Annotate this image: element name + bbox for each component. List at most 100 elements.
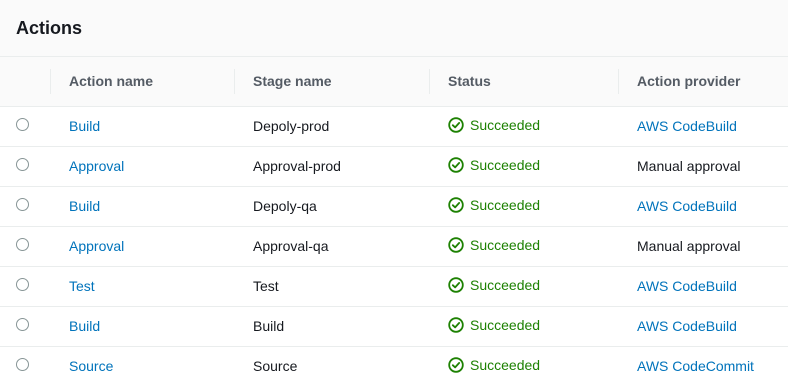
action-name-cell: Source bbox=[50, 346, 234, 383]
action-name-cell: Build bbox=[50, 186, 234, 226]
stage-name-text: Approval-qa bbox=[253, 238, 329, 254]
action-provider-link[interactable]: AWS CodeBuild bbox=[637, 118, 737, 134]
table-row[interactable]: Approval Approval-qa Succeeded Manual ap… bbox=[0, 226, 788, 266]
action-provider-text: Manual approval bbox=[637, 238, 741, 254]
table-row[interactable]: Build Build Succeeded AWS CodeBuild bbox=[0, 306, 788, 346]
row-select-radio[interactable] bbox=[16, 237, 29, 251]
row-select-radio[interactable] bbox=[16, 277, 29, 291]
action-name-link[interactable]: Build bbox=[69, 198, 100, 214]
stage-name-cell: Approval-prod bbox=[234, 146, 429, 186]
panel-header: Actions bbox=[0, 0, 788, 57]
table-row[interactable]: Build Depoly-qa Succeeded AWS CodeBuild bbox=[0, 186, 788, 226]
status-text: Succeeded bbox=[470, 236, 541, 253]
stage-name-text: Approval-prod bbox=[253, 158, 341, 174]
table-row[interactable]: Test Test Succeeded AWS CodeBuild bbox=[0, 266, 788, 306]
stage-name-text: Depoly-qa bbox=[253, 198, 317, 214]
action-name-cell: Test bbox=[50, 266, 234, 306]
stage-name-text: Test bbox=[253, 278, 279, 294]
row-select-cell bbox=[0, 306, 50, 346]
row-select-radio[interactable] bbox=[16, 157, 29, 171]
status-badge: Succeeded bbox=[448, 357, 540, 373]
row-select-radio[interactable] bbox=[16, 358, 29, 372]
check-circle-icon bbox=[448, 316, 464, 333]
row-select-cell bbox=[0, 146, 50, 186]
action-provider-cell: AWS CodeBuild bbox=[618, 306, 788, 346]
action-provider-text: Manual approval bbox=[637, 158, 741, 174]
action-name-cell: Approval bbox=[50, 226, 234, 266]
status-badge: Succeeded bbox=[448, 197, 540, 213]
action-name-link[interactable]: Approval bbox=[69, 158, 124, 174]
status-cell: Succeeded bbox=[429, 146, 618, 186]
action-provider-link[interactable]: AWS CodeBuild bbox=[637, 278, 737, 294]
action-provider-cell: AWS CodeBuild bbox=[618, 106, 788, 146]
stage-name-cell: Depoly-qa bbox=[234, 186, 429, 226]
status-badge: Succeeded bbox=[448, 277, 540, 293]
table-row[interactable]: Approval Approval-prod Succeeded Manual … bbox=[0, 146, 788, 186]
status-badge: Succeeded bbox=[448, 157, 540, 173]
stage-name-cell: Build bbox=[234, 306, 429, 346]
action-name-link[interactable]: Approval bbox=[69, 238, 124, 254]
stage-name-cell: Test bbox=[234, 266, 429, 306]
row-select-cell bbox=[0, 226, 50, 266]
status-cell: Succeeded bbox=[429, 106, 618, 146]
stage-name-text: Build bbox=[253, 318, 285, 334]
actions-table: Action name Stage name Status Action pro… bbox=[0, 57, 788, 383]
row-select-cell bbox=[0, 266, 50, 306]
action-provider-cell: AWS CodeCommit bbox=[618, 346, 788, 383]
column-header-action-provider[interactable]: Action provider bbox=[618, 57, 788, 107]
table-row[interactable]: Source Source Succeeded AWS CodeCommit bbox=[0, 346, 788, 383]
status-badge: Succeeded bbox=[448, 117, 540, 133]
check-circle-icon bbox=[448, 196, 464, 213]
panel-title: Actions bbox=[16, 17, 83, 38]
status-badge: Succeeded bbox=[448, 237, 540, 253]
status-cell: Succeeded bbox=[429, 346, 618, 383]
stage-name-text: Depoly-prod bbox=[253, 118, 330, 134]
row-select-cell bbox=[0, 346, 50, 383]
status-text: Succeeded bbox=[470, 316, 541, 333]
column-header-select bbox=[0, 57, 50, 107]
action-name-link[interactable]: Build bbox=[69, 118, 100, 134]
row-select-cell bbox=[0, 186, 50, 226]
column-header-stage-name[interactable]: Stage name bbox=[234, 57, 429, 107]
column-header-status[interactable]: Status bbox=[429, 57, 618, 107]
stage-name-cell: Source bbox=[234, 346, 429, 383]
status-text: Succeeded bbox=[470, 196, 541, 213]
status-cell: Succeeded bbox=[429, 226, 618, 266]
action-provider-cell: AWS CodeBuild bbox=[618, 186, 788, 226]
status-badge: Succeeded bbox=[448, 317, 540, 333]
row-select-radio[interactable] bbox=[16, 117, 29, 131]
action-provider-cell: Manual approval bbox=[618, 146, 788, 186]
status-cell: Succeeded bbox=[429, 306, 618, 346]
check-circle-icon bbox=[448, 236, 464, 253]
stage-name-cell: Depoly-prod bbox=[234, 106, 429, 146]
stage-name-cell: Approval-qa bbox=[234, 226, 429, 266]
status-text: Succeeded bbox=[470, 276, 541, 293]
action-provider-cell: Manual approval bbox=[618, 226, 788, 266]
status-text: Succeeded bbox=[470, 116, 541, 133]
action-name-link[interactable]: Test bbox=[69, 278, 95, 294]
action-name-cell: Build bbox=[50, 106, 234, 146]
action-name-cell: Approval bbox=[50, 146, 234, 186]
column-header-action-name[interactable]: Action name bbox=[50, 57, 234, 107]
status-text: Succeeded bbox=[470, 356, 541, 373]
action-provider-link[interactable]: AWS CodeBuild bbox=[637, 198, 737, 214]
check-circle-icon bbox=[448, 357, 464, 373]
action-provider-link[interactable]: AWS CodeBuild bbox=[637, 318, 737, 334]
row-select-radio[interactable] bbox=[16, 197, 29, 211]
check-circle-icon bbox=[448, 156, 464, 173]
row-select-radio[interactable] bbox=[16, 317, 29, 331]
action-name-link[interactable]: Source bbox=[69, 358, 113, 374]
row-select-cell bbox=[0, 106, 50, 146]
table-row[interactable]: Build Depoly-prod Succeeded AWS CodeBuil… bbox=[0, 106, 788, 146]
stage-name-text: Source bbox=[253, 358, 298, 375]
table-header-row: Action name Stage name Status Action pro… bbox=[0, 57, 788, 107]
status-cell: Succeeded bbox=[429, 186, 618, 226]
status-text: Succeeded bbox=[470, 156, 541, 173]
action-name-link[interactable]: Build bbox=[69, 318, 100, 334]
check-circle-icon bbox=[448, 116, 464, 133]
check-circle-icon bbox=[448, 276, 464, 293]
status-cell: Succeeded bbox=[429, 266, 618, 306]
action-provider-cell: AWS CodeBuild bbox=[618, 266, 788, 306]
action-name-cell: Build bbox=[50, 306, 234, 346]
action-provider-link[interactable]: AWS CodeCommit bbox=[637, 358, 754, 374]
